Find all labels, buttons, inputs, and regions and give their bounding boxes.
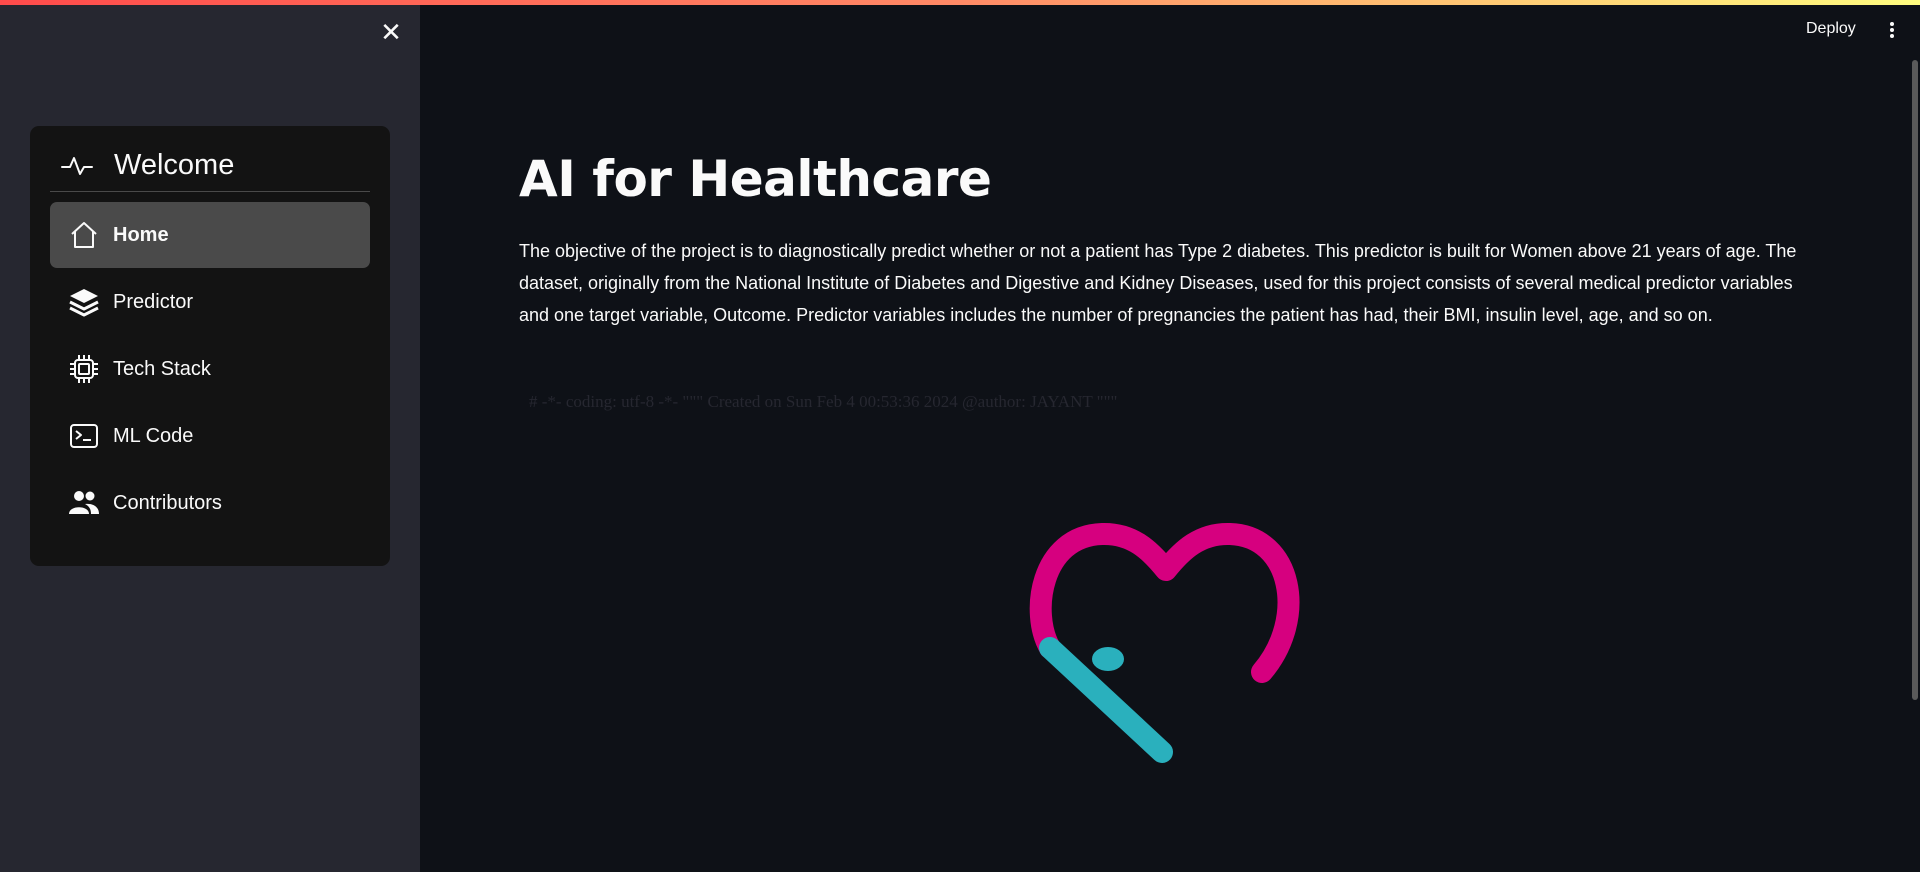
terminal-icon: [68, 420, 100, 452]
close-icon[interactable]: ✕: [378, 20, 404, 46]
sidebar-item-label: Home: [113, 223, 169, 246]
layers-icon: [68, 286, 100, 318]
sidebar-item-label: ML Code: [113, 424, 194, 447]
scrollbar[interactable]: [1912, 60, 1918, 700]
activity-icon: [61, 156, 93, 175]
people-icon: [68, 487, 100, 519]
kebab-menu-icon[interactable]: [1882, 18, 1902, 42]
menu-title: Welcome: [114, 149, 235, 181]
cpu-icon: [68, 353, 100, 385]
page-title: AI for Healthcare: [519, 150, 992, 208]
sidebar-menu: Welcome Home Predictor Tech Stack ML Cod…: [30, 126, 390, 566]
deploy-button[interactable]: Deploy: [1806, 20, 1856, 38]
house-icon: [68, 219, 100, 251]
sidebar-item-predictor[interactable]: Predictor: [50, 269, 370, 335]
sidebar-item-home[interactable]: Home: [50, 202, 370, 268]
sidebar-item-contributors[interactable]: Contributors: [50, 470, 370, 536]
sidebar-item-label: Contributors: [113, 491, 222, 514]
sidebar: ✕ Welcome Home Predictor Tech Stack ML C…: [0, 0, 420, 872]
sidebar-item-label: Predictor: [113, 290, 194, 313]
top-decoration-bar: [0, 0, 1920, 5]
sidebar-item-tech-stack[interactable]: Tech Stack: [50, 336, 370, 402]
heart-health-logo: [1029, 523, 1300, 763]
menu-header: Welcome: [50, 144, 370, 192]
sidebar-item-label: Tech Stack: [113, 357, 211, 380]
sidebar-item-ml-code[interactable]: ML Code: [50, 403, 370, 469]
intro-paragraph: The objective of the project is to diagn…: [519, 241, 1797, 325]
code-comment: # -*- coding: utf-8 -*- """ Created on S…: [529, 392, 1118, 411]
